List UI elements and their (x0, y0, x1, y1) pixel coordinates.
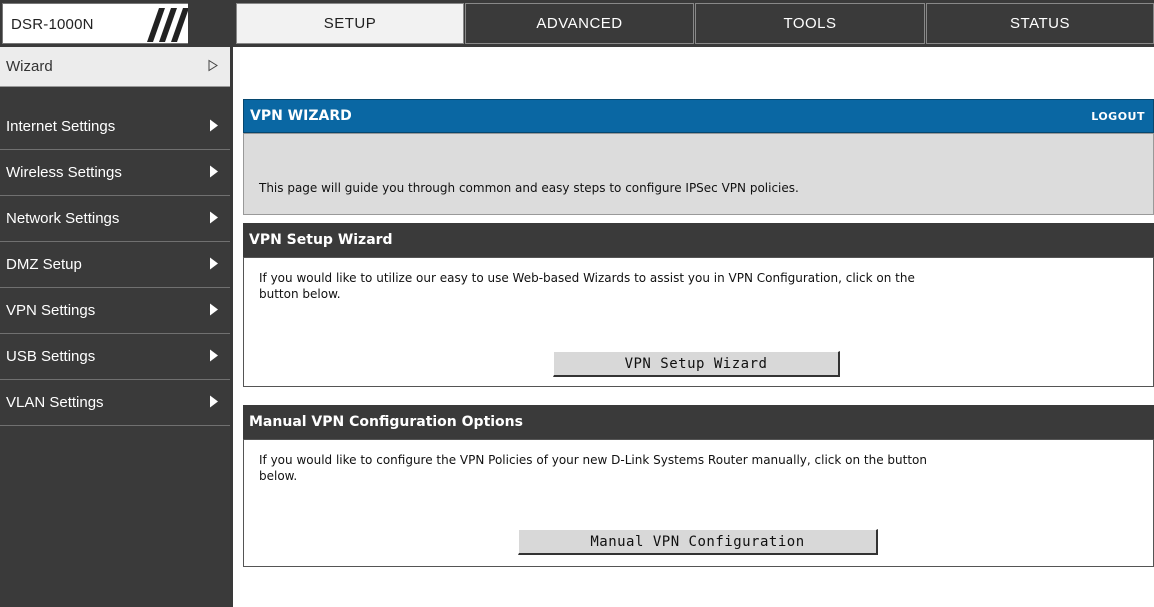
wizard-description: This page will guide you through common … (259, 181, 799, 195)
page-title: VPN WIZARD (250, 108, 352, 124)
logout-link[interactable]: LOGOUT (1091, 110, 1145, 123)
play-arrow-icon (210, 349, 218, 364)
setup-description-line-1: If you would like to utilize our easy to… (259, 271, 915, 285)
sidebar-item-internet-settings[interactable]: Internet Settings (0, 104, 230, 150)
model-name: DSR-1000N (11, 16, 94, 33)
play-arrow-icon (210, 303, 218, 318)
section-title: VPN Setup Wizard (249, 232, 393, 248)
vpn-setup-wizard-header: VPN Setup Wizard (243, 223, 1154, 257)
play-arrow-icon (210, 119, 218, 134)
sidebar-item-label: VPN Settings (6, 302, 96, 319)
tab-tools[interactable]: TOOLS (695, 3, 925, 44)
sidebar-item-label: DMZ Setup (6, 256, 82, 273)
manual-description-line-2: below. (259, 469, 298, 483)
tab-advanced[interactable]: ADVANCED (465, 3, 694, 44)
vpn-setup-wizard-section: If you would like to utilize our easy to… (243, 257, 1154, 387)
sidebar-item-wireless-settings[interactable]: Wireless Settings (0, 150, 230, 196)
manual-description-line-1: If you would like to configure the VPN P… (259, 453, 927, 467)
sidebar-item-vlan-settings[interactable]: VLAN Settings (0, 380, 230, 426)
vpn-setup-wizard-button[interactable]: VPN Setup Wizard (553, 351, 840, 377)
chevron-right-outline-icon (208, 59, 218, 74)
top-navigation-bar: DSR-1000N SETUP ADVANCED TOOLS STATUS (0, 0, 1154, 47)
sidebar-item-label: VLAN Settings (6, 394, 104, 411)
play-arrow-icon (210, 211, 218, 226)
play-arrow-icon (210, 165, 218, 180)
setup-description-line-2: button below. (259, 287, 341, 301)
slashes-logo-icon (147, 8, 189, 42)
tab-status[interactable]: STATUS (926, 3, 1154, 44)
model-badge-dark-end (188, 3, 233, 44)
manual-vpn-config-section: If you would like to configure the VPN P… (243, 439, 1154, 567)
sidebar-item-label: Internet Settings (6, 118, 116, 135)
sidebar-item-usb-settings[interactable]: USB Settings (0, 334, 230, 380)
sidebar-item-wizard[interactable]: Wizard (0, 47, 230, 87)
sidebar: Wizard Internet Settings Wireless Settin… (0, 47, 233, 607)
sidebar-item-label: Network Settings (6, 210, 120, 227)
sidebar-item-vpn-settings[interactable]: VPN Settings (0, 288, 230, 334)
sidebar-item-label: Wireless Settings (6, 164, 122, 181)
model-badge: DSR-1000N (2, 3, 233, 44)
play-arrow-icon (210, 395, 218, 410)
sidebar-item-label: USB Settings (6, 348, 96, 365)
play-arrow-icon (210, 257, 218, 272)
sidebar-item-label: Wizard (6, 58, 53, 75)
manual-vpn-configuration-button[interactable]: Manual VPN Configuration (518, 529, 878, 555)
sidebar-item-network-settings[interactable]: Network Settings (0, 196, 230, 242)
tab-setup[interactable]: SETUP (236, 3, 464, 44)
vpn-wizard-info: This page will guide you through common … (243, 133, 1154, 215)
vpn-wizard-header: VPN WIZARD LOGOUT (243, 99, 1154, 133)
section-title: Manual VPN Configuration Options (249, 414, 523, 430)
manual-vpn-config-header: Manual VPN Configuration Options (243, 405, 1154, 439)
sidebar-item-dmz-setup[interactable]: DMZ Setup (0, 242, 230, 288)
